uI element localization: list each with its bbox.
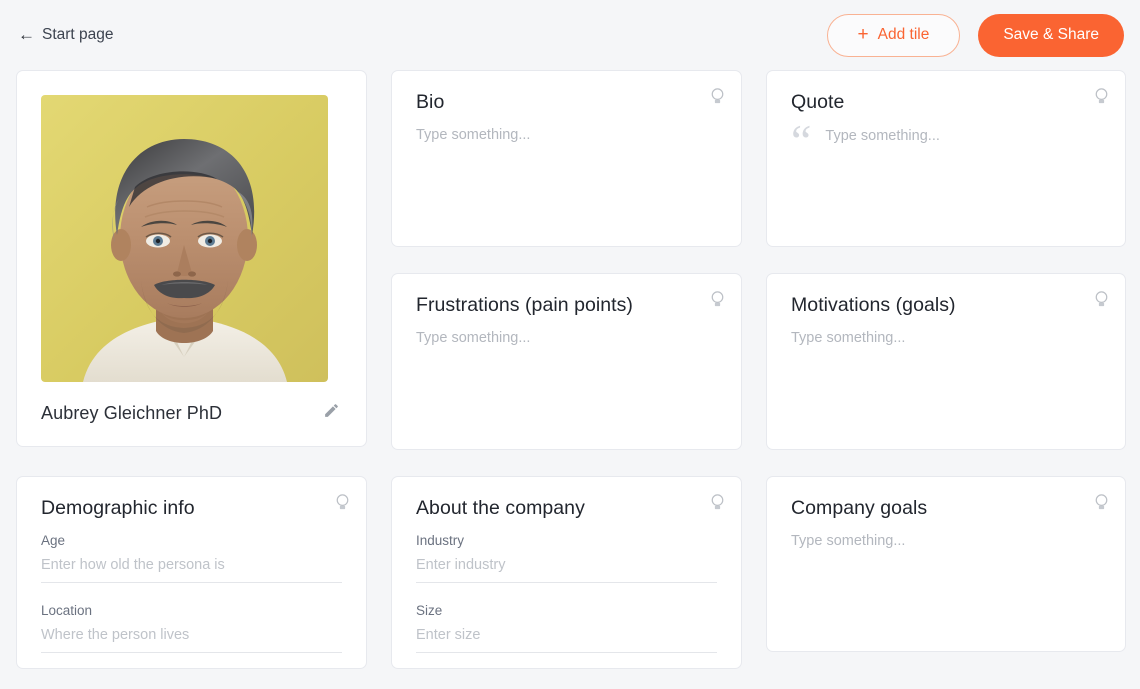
back-to-start-page-link[interactable]: ← Start page [18,26,114,44]
field-size-label: Size [416,603,443,618]
tile-frustrations-placeholder[interactable]: Type something... [416,330,717,346]
tile-motivations-title: Motivations (goals) [791,294,956,316]
plus-icon: + [857,23,869,45]
tile-motivations-placeholder[interactable]: Type something... [791,330,1101,346]
industry-input[interactable] [416,557,717,583]
lightbulb-icon[interactable] [335,493,350,517]
tile-company-goals: Company goals Type something... [766,476,1126,652]
quote-mark-icon: “ [791,115,812,166]
tile-quote: Quote “ Type something... [766,70,1126,247]
field-size: Size [416,603,717,653]
tile-quote-title: Quote [791,91,845,113]
tile-about-the-company: About the company Industry Size [391,476,742,669]
portrait-photo-illustration [41,95,328,382]
tile-quote-placeholder[interactable]: Type something... [825,127,939,144]
age-input[interactable] [41,557,342,583]
tile-demographic-title: Demographic info [41,497,195,519]
save-and-share-button[interactable]: Save & Share [978,13,1124,57]
back-link-label: Start page [42,26,114,43]
add-tile-button[interactable]: + Add tile [826,13,961,57]
top-toolbar: ← Start page + Add tile Save & Share [0,0,1140,70]
tile-motivations: Motivations (goals) Type something... [766,273,1126,450]
tile-company-title: About the company [416,497,585,519]
toolbar-actions: + Add tile Save & Share [826,13,1124,57]
lightbulb-icon[interactable] [1094,87,1109,111]
pencil-icon[interactable] [323,402,340,424]
persona-footer: Aubrey Gleichner PhD [41,382,342,444]
tile-frustrations-title: Frustrations (pain points) [416,294,633,316]
tile-quote-body: “ Type something... [791,115,1101,166]
arrow-left-icon: ← [18,24,35,44]
persona-board: Aubrey Gleichner PhD Bio Type something.… [0,70,1140,669]
field-industry: Industry [416,533,717,583]
persona-card: Aubrey Gleichner PhD [16,70,367,447]
lightbulb-icon[interactable] [710,493,725,517]
location-input[interactable] [41,627,342,653]
tile-company-goals-placeholder[interactable]: Type something... [791,533,1101,549]
field-industry-label: Industry [416,533,465,548]
field-location-label: Location [41,603,93,618]
field-location: Location [41,603,342,653]
save-and-share-label: Save & Share [1003,26,1099,44]
tile-bio-title: Bio [416,91,445,113]
field-age: Age [41,533,342,583]
tile-frustrations: Frustrations (pain points) Type somethin… [391,273,742,450]
tile-bio-placeholder[interactable]: Type something... [416,127,717,143]
tile-bio: Bio Type something... [391,70,742,247]
persona-photo[interactable] [41,95,328,382]
lightbulb-icon[interactable] [710,290,725,314]
lightbulb-icon[interactable] [710,87,725,111]
persona-name: Aubrey Gleichner PhD [41,402,223,423]
lightbulb-icon[interactable] [1094,493,1109,517]
tile-demographic-info: Demographic info Age Location [16,476,367,669]
field-age-label: Age [41,533,66,548]
add-tile-label: Add tile [877,26,930,44]
size-input[interactable] [416,627,717,653]
lightbulb-icon[interactable] [1094,290,1109,314]
tile-company-goals-title: Company goals [791,497,928,519]
